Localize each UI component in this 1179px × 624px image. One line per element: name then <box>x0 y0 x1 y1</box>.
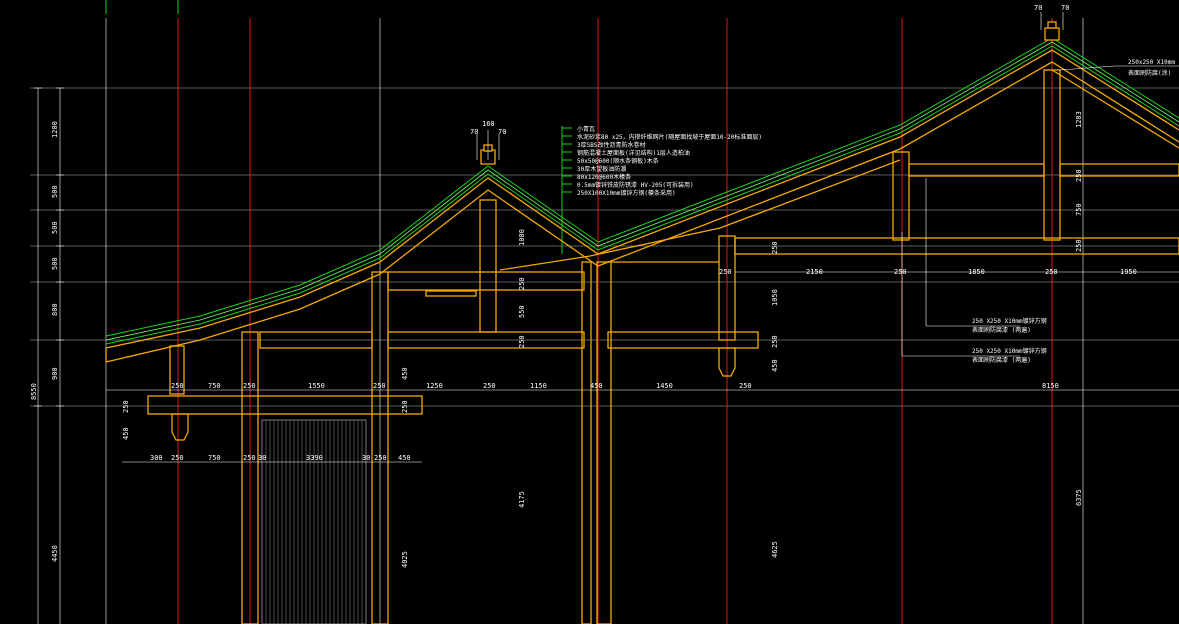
dim-r2-8: 450 <box>398 454 411 462</box>
horizontal-dimension-lines <box>106 271 1179 463</box>
dim-r1-4: 250 <box>373 382 386 390</box>
dim-seg-1: 1200 <box>51 121 59 138</box>
gable-ridge-dim-left: 70 <box>470 128 478 136</box>
vdim-mid-0: 450 <box>122 427 130 440</box>
roof-note-8: 0.5mm镀锌铁皮防锈漆 HV-205(可拆装用) <box>577 181 694 189</box>
ridge-top-dim-left: 70 <box>1034 4 1042 12</box>
dim-r1-7: 1150 <box>530 382 547 390</box>
vdim-far-2: 750 <box>1075 203 1083 216</box>
vertical-dimensions-right: 250 1050 450 250 4625 <box>771 241 779 558</box>
vdim-right-3: 250 <box>771 335 779 348</box>
dim-r1-8: 450 <box>590 382 603 390</box>
vertical-dimensions-far-right: 1283 250 750 250 6375 <box>1075 111 1083 506</box>
slatted-infill-panel <box>261 419 367 624</box>
elevation-drawing-canvas: 8550 1200 500 500 500 800 900 4450 小青瓦 水… <box>30 0 1179 624</box>
vdim-right-0: 250 <box>771 241 779 254</box>
dim-ub-5: 1950 <box>1120 268 1137 276</box>
red-axis-lines <box>105 0 1053 624</box>
ridge-dimensions: 70 70 160 70 70 <box>470 4 1069 136</box>
dimension-row-1: 250 750 250 1550 250 1250 250 1150 450 1… <box>171 382 1059 390</box>
dim-r2-3: 250 <box>243 454 256 462</box>
vdim-far-4: 6375 <box>1075 489 1083 506</box>
vdim-mid-4: 250 <box>518 335 526 348</box>
dim-r1-0: 250 <box>171 382 184 390</box>
dim-r2-0: 300 <box>150 454 163 462</box>
dim-total-height: 8550 <box>30 383 38 400</box>
vdim-mid-5: 1000 <box>518 229 526 246</box>
dim-seg-4: 500 <box>51 257 59 270</box>
dim-r2-5: 3390 <box>306 454 323 462</box>
beam-note-1-line2: 表面刷防腐漆 (两遍) <box>972 326 1031 334</box>
vdim-mid-9-aux: 250 <box>518 277 526 290</box>
dim-ub-4: 250 <box>1045 268 1058 276</box>
top-right-note-2: 表面刷防腐(涂) <box>1128 69 1171 77</box>
vdim-mid-7: 4025 <box>401 551 409 568</box>
dim-ub-2: 250 <box>894 268 907 276</box>
vdim-mid-3: 550 <box>518 305 526 318</box>
dim-lower: 4450 <box>51 545 59 562</box>
dim-r1-2: 250 <box>243 382 256 390</box>
vdim-right-1: 1050 <box>771 289 779 306</box>
dim-seg-3: 500 <box>51 221 59 234</box>
vdim-mid-1: 250 <box>122 400 130 413</box>
beam-note-2-line1: 250 X250 X10mm镀锌方钢 <box>972 347 1047 355</box>
dim-seg-5: 800 <box>51 303 59 316</box>
dim-r1-9: 1450 <box>656 382 673 390</box>
vdim-mid-6: 4175 <box>518 491 526 508</box>
vdim-far-0: 1283 <box>1075 111 1083 128</box>
dim-r1-10: 250 <box>739 382 752 390</box>
top-right-note-1: 250x250 X10mm <box>1128 59 1175 66</box>
roof-note-9: 250X100X10mm镀锌方钢(檩条采用) <box>577 189 676 197</box>
roof-note-1: 小青瓦 <box>577 125 595 133</box>
gable-ridge-dim-right: 70 <box>498 128 506 136</box>
roof-note-4: 钢筋混凝土屋面板(详见结构)1层人造柏油 <box>577 149 690 157</box>
roof-note-7: 80x120@600木椽条 <box>577 173 631 181</box>
dim-seg-6: 900 <box>51 367 59 380</box>
vdim-far-3: 250 <box>1075 239 1083 252</box>
left-dimension-chain: 8550 1200 500 500 500 800 900 4450 <box>30 87 64 624</box>
roof-layer-notes: 小青瓦 水泥砂浆80 x25，内掺纤维网片(随屋面找坡于屋面10-20标准面层)… <box>577 125 762 197</box>
roof-note-3: 3厚SBS改性沥青防水卷材 <box>577 141 645 149</box>
brackets <box>171 347 736 441</box>
gable-ridge-dim-width: 160 <box>482 120 495 128</box>
vertical-reference-lines <box>105 18 1084 624</box>
vdim-mid-2: 250 <box>401 400 409 413</box>
vdim-right-2: 450 <box>771 359 779 372</box>
beam-note-2-line2: 表面刷防腐漆 (两遍) <box>972 356 1031 364</box>
vdim-right-4: 4625 <box>771 541 779 558</box>
roof-note-6: 30厚木望板油防潮 <box>577 165 626 173</box>
dim-r1-1: 750 <box>208 382 221 390</box>
vertical-dimensions-middle: 450 250 250 550 250 1000 4175 4025 450 2… <box>122 229 526 568</box>
dim-seg-2: 500 <box>51 185 59 198</box>
ridge-top-dim-right: 70 <box>1061 4 1069 12</box>
roof-structure <box>105 49 1179 363</box>
roof-note-2: 水泥砂浆80 x25，内掺纤维网片(随屋面找坡于屋面10-20标准面层) <box>577 133 762 141</box>
beam-note-1-line1: 250 X250 X10mm镀锌方钢 <box>972 317 1047 325</box>
dim-r2-4: 30 <box>258 454 266 462</box>
dim-ub-0: 250 <box>719 268 732 276</box>
dim-r2-6: 30 <box>362 454 370 462</box>
dim-r2-1: 250 <box>171 454 184 462</box>
roof-note-5: 50x50@600(顺水条钢板)木条 <box>577 157 659 165</box>
dim-r2-7: 250 <box>374 454 387 462</box>
dim-ub-3: 1850 <box>968 268 985 276</box>
dim-r2-2: 750 <box>208 454 221 462</box>
beams <box>147 163 1179 415</box>
dim-r1-11: 8150 <box>1042 382 1059 390</box>
dim-r1-6: 250 <box>483 382 496 390</box>
vdim-far-1: 250 <box>1075 169 1083 182</box>
dim-r1-5: 1250 <box>426 382 443 390</box>
vdim-mid-8-aux: 450 <box>401 367 409 380</box>
dim-ub-1: 2150 <box>806 268 823 276</box>
dim-r1-3: 1550 <box>308 382 325 390</box>
